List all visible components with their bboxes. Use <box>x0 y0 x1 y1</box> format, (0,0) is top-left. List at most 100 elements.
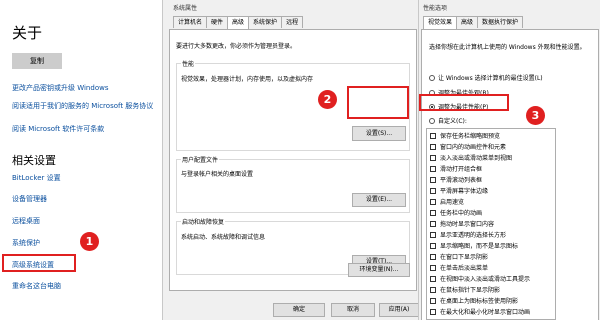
visual-effect-checkbox[interactable]: 在单击后淡出菜单 <box>430 263 488 272</box>
advanced-tab-panel: 要进行大多数更改，你必须作为管理员登录。 性能 视觉效果，处理器计划，内存使用，… <box>169 29 417 291</box>
checkbox-label: 显示缩略图，而不是显示图标 <box>440 243 519 250</box>
step-badge-1: 1 <box>80 232 99 251</box>
system-properties-window: 系统属性 计算机名 硬件 高级 系统保护 远程 要进行大多数更改，你必须作为管理… <box>162 0 422 320</box>
visual-effect-checkbox[interactable]: 在鼠标指针下显示阴影 <box>430 285 500 294</box>
checkbox-label: 在最大化和最小化时显示窗口动画 <box>440 309 531 316</box>
checkbox <box>430 187 436 194</box>
service-agreement-link[interactable]: 阅读适用于我们的服务的 Microsoft 服务协议 <box>12 101 153 111</box>
visual-effect-checkbox[interactable]: 在窗口下显示阴影 <box>430 252 488 261</box>
copy-button[interactable]: 复制 <box>12 53 62 69</box>
checkbox-label: 在鼠标指针下显示阴影 <box>440 287 501 294</box>
visual-effect-checkbox[interactable]: 任务栏中的动画 <box>430 208 482 217</box>
checkbox-label: 滑动打开组合框 <box>440 166 483 173</box>
checkbox-label: 窗口内的动画控件和元素 <box>440 144 507 151</box>
rename-pc-link[interactable]: 重命名这台电脑 <box>12 281 61 291</box>
window-title: 性能选项 <box>423 5 448 12</box>
checkbox <box>430 231 436 238</box>
cancel-button[interactable]: 取消 <box>331 303 375 317</box>
user-profiles-description: 与登录帐户相关的桌面设置 <box>181 171 254 178</box>
checkbox <box>430 220 436 227</box>
radio-label: 让 Windows 选择计算机的最佳设置(L) <box>438 75 543 82</box>
admin-note: 要进行大多数更改，你必须作为管理员登录。 <box>176 43 297 50</box>
tab-dep[interactable]: 数据执行保护 <box>477 16 524 28</box>
tab-advanced[interactable]: 高级 <box>456 16 479 28</box>
about-settings-pane: 关于 复制 更改产品密钥或升级 Windows 阅读适用于我们的服务的 Micr… <box>0 0 162 320</box>
checkbox <box>430 154 436 161</box>
checkbox <box>430 253 436 260</box>
license-terms-link[interactable]: 阅读 Microsoft 软件许可条款 <box>12 124 104 134</box>
startup-recovery-group-title: 启动和故障恢复 <box>181 217 226 226</box>
checkbox-label: 平滑屏幕字体边缘 <box>440 188 489 195</box>
radio-button <box>429 117 435 124</box>
checkbox-label: 显示亚透明的选择长方形 <box>440 232 507 239</box>
intro-text: 选择你想在此计算机上使用的 Windows 外观和性能设置。 <box>429 44 586 51</box>
visual-effect-checkbox[interactable]: 显示亚透明的选择长方形 <box>430 230 506 239</box>
checkbox <box>430 132 436 139</box>
environment-variables-button[interactable]: 环境变量(N)... <box>348 263 410 277</box>
checkbox-label: 拖动时显示窗口内容 <box>440 221 495 228</box>
checkbox-label: 平滑滚动列表框 <box>440 177 483 184</box>
visual-effect-checkbox[interactable]: 保存任务栏缩略图预览 <box>430 131 500 140</box>
bitlocker-settings-link[interactable]: BitLocker 设置 <box>12 173 61 183</box>
visual-effect-checkbox[interactable]: 在视图中淡入淡出或滑动工具提示 <box>430 274 530 283</box>
tab-advanced[interactable]: 高级 <box>227 16 250 29</box>
window-title: 系统属性 <box>173 5 198 12</box>
checkbox-label: 启用速览 <box>440 199 465 206</box>
checkbox <box>430 264 436 271</box>
radio-label: 自定义(C): <box>438 118 467 125</box>
tab-computer-name[interactable]: 计算机名 <box>173 16 208 28</box>
checkbox <box>430 242 436 249</box>
user-profiles-group-title: 用户配置文件 <box>181 155 220 164</box>
tab-visual-effects[interactable]: 视觉效果 <box>423 16 458 29</box>
tab-remote[interactable]: 远程 <box>281 16 304 28</box>
tab-hardware[interactable]: 硬件 <box>206 16 229 28</box>
remote-desktop-link[interactable]: 远程桌面 <box>12 216 40 226</box>
visual-effect-checkbox[interactable]: 平滑屏幕字体边缘 <box>430 186 488 195</box>
highlight-performance-settings <box>347 86 409 119</box>
visual-effect-checkbox[interactable]: 窗口内的动画控件和元素 <box>430 142 506 151</box>
radio-let-windows-choose[interactable]: 让 Windows 选择计算机的最佳设置(L) <box>429 73 543 82</box>
visual-effect-checkbox[interactable]: 滑动打开组合框 <box>430 164 482 173</box>
tab-system-protection[interactable]: 系统保护 <box>248 16 283 28</box>
visual-effect-checkbox[interactable]: 淡入淡出或滑动菜单到视图 <box>430 153 512 162</box>
performance-settings-button[interactable]: 设置(S)... <box>352 126 406 141</box>
highlight-best-performance <box>419 94 509 111</box>
performance-description: 视觉效果，处理器计划，内存使用，以及虚拟内存 <box>181 76 314 83</box>
step-badge-2: 2 <box>318 90 337 109</box>
performance-group-title: 性能 <box>181 59 196 68</box>
radio-button <box>429 74 435 81</box>
change-product-key-link[interactable]: 更改产品密钥或升级 Windows <box>12 83 108 93</box>
related-settings-heading: 相关设置 <box>12 154 56 167</box>
checkbox <box>430 143 436 150</box>
startup-recovery-description: 系统启动、系统故障和调试信息 <box>181 234 266 241</box>
checkbox <box>430 198 436 205</box>
visual-effect-checkbox[interactable]: 在最大化和最小化时显示窗口动画 <box>430 307 530 316</box>
performance-options-window: 性能选项 视觉效果 高级 数据执行保护 选择你想在此计算机上使用的 Window… <box>418 0 600 320</box>
checkbox <box>430 275 436 282</box>
checkbox-label: 在窗口下显示阴影 <box>440 254 489 261</box>
checkbox-label: 淡入淡出或滑动菜单到视图 <box>440 155 513 162</box>
checkbox-label: 在单击后淡出菜单 <box>440 265 489 272</box>
checkbox <box>430 286 436 293</box>
radio-custom[interactable]: 自定义(C): <box>429 116 467 125</box>
checkbox <box>430 165 436 172</box>
user-profiles-group: 用户配置文件 与登录帐户相关的桌面设置 设置(E)... <box>176 155 410 213</box>
visual-effect-checkbox[interactable]: 拖动时显示窗口内容 <box>430 219 494 228</box>
checkbox-label: 在视图中淡入淡出或滑动工具提示 <box>440 276 531 283</box>
visual-effect-checkbox[interactable]: 显示缩略图，而不是显示图标 <box>430 241 518 250</box>
checkbox <box>430 297 436 304</box>
device-manager-link[interactable]: 设备管理器 <box>12 194 47 204</box>
checkbox <box>430 308 436 315</box>
ok-button[interactable]: 确定 <box>273 303 325 317</box>
user-profiles-settings-button[interactable]: 设置(E)... <box>352 193 406 207</box>
system-protection-link[interactable]: 系统保护 <box>12 238 40 248</box>
checkbox-label: 在桌面上为图标标签使用阴影 <box>440 298 519 305</box>
visual-effect-checkbox[interactable]: 平滑滚动列表框 <box>430 175 482 184</box>
checkbox-label: 保存任务栏缩略图预览 <box>440 133 501 140</box>
highlight-advanced-system-settings <box>2 254 76 272</box>
visual-effect-checkbox[interactable]: 启用速览 <box>430 197 464 206</box>
apply-button[interactable]: 应用(A) <box>379 303 419 317</box>
visual-effects-checkbox-list[interactable]: 保存任务栏缩略图预览 窗口内的动画控件和元素 淡入淡出或滑动菜单到视图 滑动打开组合框… <box>426 128 556 320</box>
tab-bar: 视觉效果 高级 数据执行保护 <box>423 16 524 29</box>
visual-effect-checkbox[interactable]: 在桌面上为图标标签使用阴影 <box>430 296 518 305</box>
